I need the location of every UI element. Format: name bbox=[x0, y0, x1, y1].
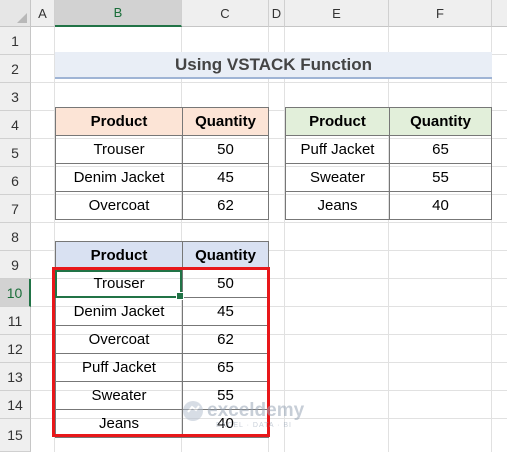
table2-header-product[interactable]: Product bbox=[285, 107, 390, 136]
column-header-f[interactable]: F bbox=[389, 0, 492, 27]
table1-header-product[interactable]: Product bbox=[55, 107, 183, 136]
row-header-7[interactable]: 7 bbox=[0, 195, 31, 223]
result-cell-product[interactable]: Trouser bbox=[55, 269, 183, 298]
select-all-button[interactable] bbox=[0, 0, 31, 27]
select-all-icon bbox=[17, 13, 27, 23]
source-table-2: Product Quantity Puff Jacket 65 Sweater … bbox=[285, 107, 492, 220]
table-row: Jeans 40 bbox=[285, 191, 492, 220]
column-header-c[interactable]: C bbox=[182, 0, 269, 27]
row-header-5[interactable]: 5 bbox=[0, 139, 31, 167]
table1-cell-product[interactable]: Trouser bbox=[55, 135, 183, 164]
row-header-15[interactable]: 15 bbox=[0, 419, 31, 452]
result-cell-product[interactable]: Jeans bbox=[55, 409, 183, 438]
column-header-e[interactable]: E bbox=[285, 0, 389, 27]
result-cell-quantity[interactable]: 65 bbox=[182, 353, 269, 382]
table1-cell-product[interactable]: Denim Jacket bbox=[55, 163, 183, 192]
watermark-name: exceldemy bbox=[207, 400, 305, 421]
row-header-12[interactable]: 12 bbox=[0, 335, 31, 363]
source-table-1: Product Quantity Trouser 50 Denim Jacket… bbox=[55, 107, 269, 220]
row-header-9[interactable]: 9 bbox=[0, 251, 31, 279]
column-header-a[interactable]: A bbox=[31, 0, 55, 27]
exceldemy-logo-icon bbox=[183, 401, 203, 421]
row-header-1[interactable]: 1 bbox=[0, 27, 31, 55]
row-header-2[interactable]: 2 bbox=[0, 55, 31, 83]
column-header-d[interactable]: D bbox=[269, 0, 285, 27]
table-row: Denim Jacket 45 bbox=[55, 297, 269, 326]
table1-header-quantity[interactable]: Quantity bbox=[182, 107, 269, 136]
result-cell-quantity[interactable]: 62 bbox=[182, 325, 269, 354]
spreadsheet: A B C D E F 1 2 3 4 5 6 7 8 9 10 11 12 1… bbox=[0, 0, 507, 452]
row-header-11[interactable]: 11 bbox=[0, 307, 31, 335]
table-row: Puff Jacket 65 bbox=[285, 135, 492, 164]
result-cell-product[interactable]: Denim Jacket bbox=[55, 297, 183, 326]
table1-cell-quantity[interactable]: 62 bbox=[182, 191, 269, 220]
table2-cell-quantity[interactable]: 65 bbox=[389, 135, 492, 164]
table2-cell-product[interactable]: Jeans bbox=[285, 191, 390, 220]
column-header-b[interactable]: B bbox=[55, 0, 182, 27]
table2-cell-quantity[interactable]: 40 bbox=[389, 191, 492, 220]
table-row: Puff Jacket 65 bbox=[55, 353, 269, 382]
table1-cell-product[interactable]: Overcoat bbox=[55, 191, 183, 220]
table-row: Trouser 50 bbox=[55, 269, 269, 298]
table-row: Denim Jacket 45 bbox=[55, 163, 269, 192]
row-header-4[interactable]: 4 bbox=[0, 111, 31, 139]
sheet-title[interactable]: Using VSTACK Function bbox=[55, 52, 492, 79]
row-header-6[interactable]: 6 bbox=[0, 167, 31, 195]
table1-cell-quantity[interactable]: 50 bbox=[182, 135, 269, 164]
table-row: Overcoat 62 bbox=[55, 325, 269, 354]
column-header-next[interactable] bbox=[492, 0, 507, 27]
result-header-quantity[interactable]: Quantity bbox=[182, 241, 269, 270]
result-cell-product[interactable]: Sweater bbox=[55, 381, 183, 410]
table-row: Sweater 55 bbox=[285, 163, 492, 192]
watermark: exceldemy EXCEL · DATA · BI bbox=[182, 400, 305, 429]
row-header-3[interactable]: 3 bbox=[0, 83, 31, 111]
row-header-8[interactable]: 8 bbox=[0, 223, 31, 251]
table2-cell-product[interactable]: Sweater bbox=[285, 163, 390, 192]
result-header-product[interactable]: Product bbox=[55, 241, 183, 270]
result-cell-quantity[interactable]: 45 bbox=[182, 297, 269, 326]
table2-header-quantity[interactable]: Quantity bbox=[389, 107, 492, 136]
result-cell-product[interactable]: Overcoat bbox=[55, 325, 183, 354]
row-header-10[interactable]: 10 bbox=[0, 279, 31, 307]
result-cell-product[interactable]: Puff Jacket bbox=[55, 353, 183, 382]
table2-cell-product[interactable]: Puff Jacket bbox=[285, 135, 390, 164]
table2-cell-quantity[interactable]: 55 bbox=[389, 163, 492, 192]
row-header-14[interactable]: 14 bbox=[0, 391, 31, 419]
table-row: Overcoat 62 bbox=[55, 191, 269, 220]
row-header-13[interactable]: 13 bbox=[0, 363, 31, 391]
watermark-tagline: EXCEL · DATA · BI bbox=[216, 422, 292, 429]
result-cell-quantity[interactable]: 50 bbox=[182, 269, 269, 298]
table-row: Trouser 50 bbox=[55, 135, 269, 164]
table1-cell-quantity[interactable]: 45 bbox=[182, 163, 269, 192]
